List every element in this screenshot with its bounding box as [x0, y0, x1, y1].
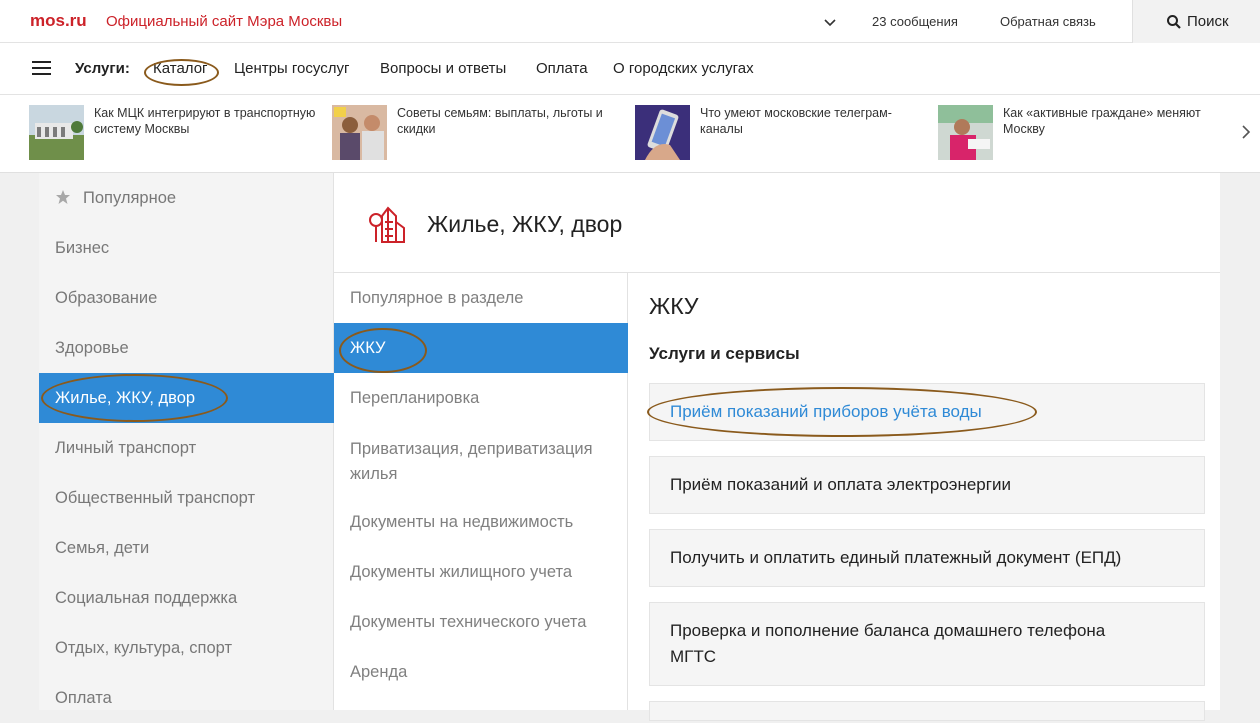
service-epd[interactable]: Получить и оплатить единый платежный док…	[649, 529, 1205, 587]
subcategory-housing-docs[interactable]: Документы жилищного учета	[334, 561, 628, 583]
news-text: Как МЦК интегрируют в транспортную систе…	[94, 106, 316, 136]
site-title[interactable]: Официальный сайт Мэра Москвы	[106, 13, 342, 30]
category-family[interactable]: Семья, дети	[39, 523, 334, 573]
section-header: Жилье, ЖКУ, двор	[334, 173, 1220, 273]
subcategory-popular[interactable]: Популярное в разделе	[334, 287, 628, 309]
news-thumbnail-image	[938, 105, 993, 160]
nav-item-service-centers[interactable]: Центры госуслуг	[234, 60, 349, 77]
services-nav: Услуги: Каталог Центры госуслуг Вопросы …	[0, 43, 1260, 95]
nav-item-faq[interactable]: Вопросы и ответы	[380, 60, 506, 77]
category-health[interactable]: Здоровье	[39, 323, 334, 373]
housing-icon	[369, 206, 405, 243]
feedback-link[interactable]: Обратная связь	[1000, 14, 1096, 29]
services-label: Услуги:	[75, 60, 130, 77]
category-sidebar: Популярное Бизнес Образование Здоровье Ж…	[39, 173, 334, 710]
nav-item-payment[interactable]: Оплата	[536, 60, 588, 77]
chevron-down-icon[interactable]	[822, 14, 838, 30]
search-button[interactable]: Поиск	[1132, 0, 1260, 43]
category-leisure[interactable]: Отдых, культура, спорт	[39, 623, 334, 673]
news-item[interactable]: Что умеют московские телеграм-каналы	[635, 105, 935, 161]
nav-item-catalog[interactable]: Каталог	[153, 60, 208, 77]
messages-link[interactable]: 23 сообщения	[872, 14, 958, 29]
chevron-right-icon[interactable]	[1240, 123, 1252, 141]
service-mgts[interactable]: Проверка и пополнение баланса домашнего …	[649, 602, 1205, 686]
category-popular[interactable]: Популярное	[39, 173, 334, 223]
category-personal-transport[interactable]: Личный транспорт	[39, 423, 334, 473]
category-public-transport[interactable]: Общественный транспорт	[39, 473, 334, 523]
news-thumbnail-image	[635, 105, 690, 160]
category-payment[interactable]: Оплата	[39, 673, 334, 723]
subcategory-privatization[interactable]: Приватизация, деприватизация жилья	[334, 437, 594, 487]
news-thumbnail-image	[332, 105, 387, 160]
category-education[interactable]: Образование	[39, 273, 334, 323]
top-bar: mos.ru Официальный сайт Мэра Москвы 23 с…	[0, 0, 1260, 43]
service-water-meters[interactable]: Приём показаний приборов учёта воды	[649, 383, 1205, 441]
news-thumbnail-image	[29, 105, 84, 160]
menu-icon[interactable]	[32, 61, 51, 77]
search-icon	[1167, 15, 1181, 29]
section-title: Жилье, ЖКУ, двор	[427, 211, 623, 237]
subcategory-property-docs[interactable]: Документы на недвижимость	[334, 511, 628, 533]
news-item[interactable]: Советы семьям: выплаты, льготы и скидки	[332, 105, 632, 161]
service-electricity[interactable]: Приём показаний и оплата электроэнергии	[649, 456, 1205, 514]
subcategory-zhku[interactable]: ЖКУ	[334, 323, 628, 373]
services-content: ЖКУ Услуги и сервисы Приём показаний при…	[629, 273, 1220, 721]
site-logo[interactable]: mos.ru	[30, 11, 87, 31]
search-label: Поиск	[1187, 13, 1229, 30]
news-text: Советы семьям: выплаты, льготы и скидки	[397, 106, 603, 136]
service-next[interactable]	[649, 701, 1205, 721]
news-text: Как «активные граждане» меняют Москву	[1003, 106, 1201, 136]
subcategory-technical-docs[interactable]: Документы технического учета	[334, 611, 628, 633]
main-panel: Жилье, ЖКУ, двор Популярное в разделе ЖК…	[334, 173, 1220, 721]
news-item[interactable]: Как МЦК интегрируют в транспортную систе…	[29, 105, 329, 161]
subcategory-list: Популярное в разделе ЖКУ Перепланировка …	[334, 273, 628, 710]
category-social-support[interactable]: Социальная поддержка	[39, 573, 334, 623]
subcategory-replanning[interactable]: Перепланировка	[334, 387, 628, 409]
news-strip: Как МЦК интегрируют в транспортную систе…	[0, 95, 1260, 173]
category-housing[interactable]: Жилье, ЖКУ, двор	[39, 373, 334, 423]
nav-item-about-services[interactable]: О городских услугах	[613, 60, 754, 77]
content-subtitle: Услуги и сервисы	[649, 344, 800, 363]
news-text: Что умеют московские телеграм-каналы	[700, 106, 892, 136]
content-title: ЖКУ	[649, 293, 699, 319]
category-label: Популярное	[83, 189, 177, 207]
subcategory-rent[interactable]: Аренда	[334, 661, 628, 683]
news-item[interactable]: Как «активные граждане» меняют Москву	[938, 105, 1238, 161]
star-icon	[56, 190, 70, 204]
category-business[interactable]: Бизнес	[39, 223, 334, 273]
